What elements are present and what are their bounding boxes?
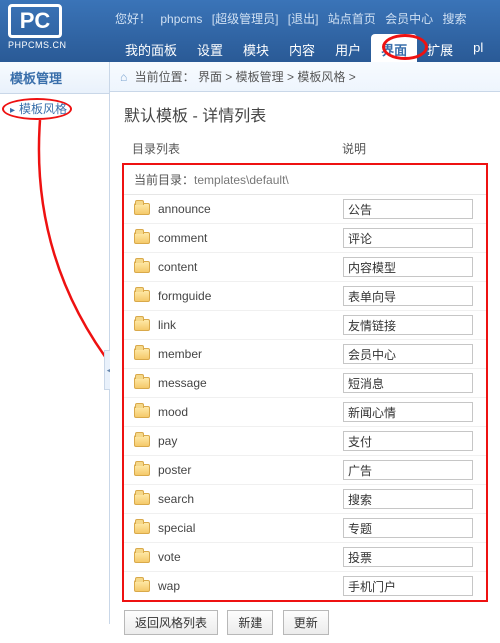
folder-name[interactable]: poster [158,463,343,477]
folder-icon [134,493,150,505]
folder-icon [134,551,150,563]
folder-name[interactable]: vote [158,550,343,564]
nav-item[interactable]: 界面 [371,34,417,62]
app-header: PC PHPCMS.CN 您好！ phpcms [超级管理员] [退出] 站点首… [0,0,500,62]
breadcrumb-part[interactable]: 模板风格 [297,70,345,84]
folder-name[interactable]: search [158,492,343,506]
desc-input[interactable] [343,576,473,596]
sidebar-title: 模板管理 [0,62,109,94]
table-header: 目录列表 说明 [110,134,500,163]
nav-item[interactable]: 扩展 [417,34,463,62]
folder-icon [134,348,150,360]
folder-name[interactable]: pay [158,434,343,448]
desc-input[interactable] [343,431,473,451]
folder-icon [134,319,150,331]
nav-item[interactable]: 我的面板 [115,34,187,62]
desc-input[interactable] [343,199,473,219]
nav-item[interactable]: pl [463,34,493,62]
folder-name[interactable]: announce [158,202,343,216]
logo-url: PHPCMS.CN [8,40,103,50]
table-row: search [124,485,486,514]
desc-input[interactable] [343,286,473,306]
desc-input[interactable] [343,257,473,277]
desc-input[interactable] [343,228,473,248]
table-row: poster [124,456,486,485]
nav-item[interactable]: 内容 [279,34,325,62]
breadcrumb-part[interactable]: 界面 [198,70,222,84]
table-row: message [124,369,486,398]
desc-input[interactable] [343,489,473,509]
breadcrumb-part[interactable]: 模板管理 [236,70,284,84]
logo: PC PHPCMS.CN [8,4,103,54]
sidebar-item-template-style[interactable]: 模板风格 [0,94,109,123]
desc-input[interactable] [343,460,473,480]
folder-icon [134,435,150,447]
username: phpcms [160,12,202,26]
table-row: vote [124,543,486,572]
action-buttons: 返回风格列表 新建 更新 [110,602,500,643]
logout-link[interactable]: [退出] [288,12,319,26]
desc-input[interactable] [343,344,473,364]
back-button[interactable]: 返回风格列表 [124,610,218,635]
folder-icon [134,203,150,215]
desc-input[interactable] [343,518,473,538]
role-link[interactable]: [超级管理员] [212,12,279,26]
table-row: special [124,514,486,543]
folder-icon [134,464,150,476]
current-dir-row: 当前目录：templates\default\ [124,165,486,195]
folder-name[interactable]: special [158,521,343,535]
col-desc: 说明 [342,140,366,157]
folder-icon [134,377,150,389]
breadcrumb: ⌂ 当前位置： 界面 > 模板管理 > 模板风格 > [110,62,500,92]
folder-name[interactable]: mood [158,405,343,419]
main-nav: 我的面板设置模块内容用户界面扩展pl [115,34,500,62]
desc-input[interactable] [343,315,473,335]
folder-icon [134,522,150,534]
toplink-search[interactable]: 搜索 [442,12,466,26]
nav-item[interactable]: 设置 [187,34,233,62]
table-row: link [124,311,486,340]
page-title: 默认模板 - 详情列表 [110,92,500,134]
new-button[interactable]: 新建 [227,610,273,635]
folder-icon [134,261,150,273]
folder-icon [134,232,150,244]
folder-icon [134,580,150,592]
folder-icon [134,406,150,418]
logo-icon: PC [8,4,62,38]
desc-input[interactable] [343,547,473,567]
table-row: mood [124,398,486,427]
table-row: announce [124,195,486,224]
desc-input[interactable] [343,373,473,393]
folder-name[interactable]: content [158,260,343,274]
update-button[interactable]: 更新 [283,610,329,635]
content-area: ⌂ 当前位置： 界面 > 模板管理 > 模板风格 > 默认模板 - 详情列表 目… [110,62,500,624]
table-row: wap [124,572,486,600]
table-row: content [124,253,486,282]
table-row: pay [124,427,486,456]
folder-name[interactable]: comment [158,231,343,245]
table-row: formguide [124,282,486,311]
folder-name[interactable]: wap [158,579,343,593]
table-row: member [124,340,486,369]
nav-item[interactable]: 用户 [325,34,371,62]
top-links: 您好！ phpcms [超级管理员] [退出] 站点首页 会员中心 搜索 [115,10,473,27]
current-dir-label: 当前目录： [134,173,194,187]
greeting: 您好！ [115,12,151,26]
sidebar: 模板管理 模板风格 [0,62,110,624]
desc-input[interactable] [343,402,473,422]
nav-item[interactable]: 模块 [233,34,279,62]
current-dir-path: templates\default\ [194,173,289,187]
table-row: comment [124,224,486,253]
toplink-member[interactable]: 会员中心 [385,12,433,26]
folder-name[interactable]: link [158,318,343,332]
col-name: 目录列表 [132,140,342,157]
folder-icon [134,290,150,302]
home-icon: ⌂ [120,70,127,84]
folder-name[interactable]: formguide [158,289,343,303]
folder-name[interactable]: message [158,376,343,390]
folder-name[interactable]: member [158,347,343,361]
breadcrumb-label: 当前位置： [135,70,195,84]
toplink-home[interactable]: 站点首页 [328,12,376,26]
directory-table: 当前目录：templates\default\ announce comment c… [122,163,488,602]
